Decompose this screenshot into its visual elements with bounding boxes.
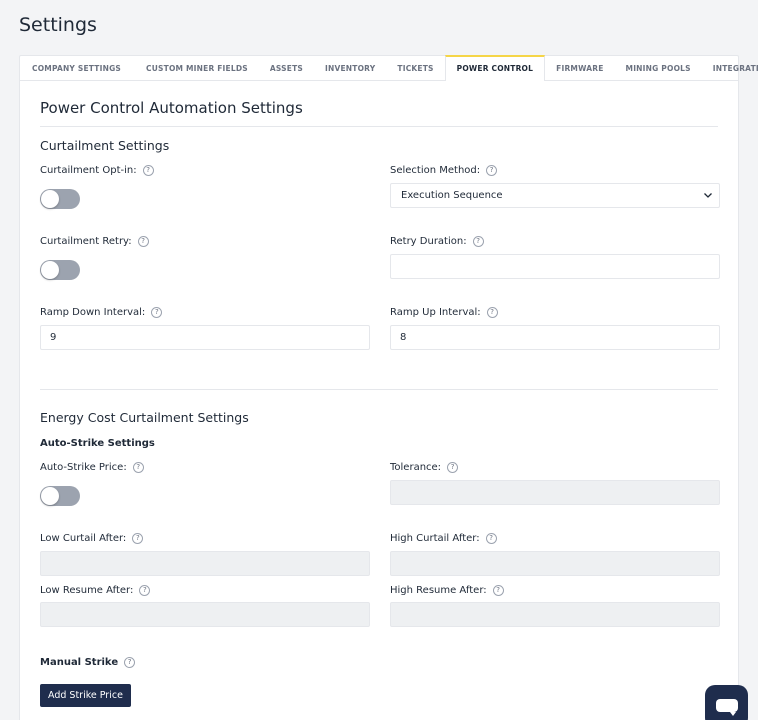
low-curtail-after-label: Low Curtail After: ?	[40, 533, 144, 544]
help-icon[interactable]: ?	[132, 462, 144, 473]
low-resume-after-label-text: Low Resume After:	[40, 585, 134, 596]
tab-company-settings[interactable]: COMPANY SETTINGS	[20, 56, 135, 81]
tolerance-label-text: Tolerance:	[390, 462, 442, 473]
curtailment-retry-toggle[interactable]	[40, 260, 80, 280]
tolerance-input	[390, 480, 720, 505]
divider	[40, 389, 718, 390]
ramp-up-interval-label: Ramp Up Interval: ?	[390, 307, 498, 318]
tab-integrations[interactable]: INTEGRATIONS	[702, 56, 758, 81]
toggle-knob	[41, 190, 59, 208]
auto-strike-price-label: Auto-Strike Price: ?	[40, 462, 144, 473]
curtailment-opt-in-label-text: Curtailment Opt-in:	[40, 165, 137, 176]
divider	[40, 126, 718, 127]
ramp-down-interval-label-text: Ramp Down Interval:	[40, 307, 146, 318]
curtailment-retry-label-text: Curtailment Retry:	[40, 236, 132, 247]
toggle-knob	[41, 261, 59, 279]
add-strike-price-button[interactable]: Add Strike Price	[40, 684, 131, 707]
retry-duration-label: Retry Duration: ?	[390, 236, 484, 247]
selection-method-value: Execution Sequence	[401, 190, 503, 201]
low-curtail-after-input	[40, 551, 370, 576]
selection-method-select[interactable]: Execution Sequence	[390, 183, 720, 208]
selection-method-label: Selection Method: ?	[390, 165, 498, 176]
help-icon[interactable]: ?	[132, 533, 144, 544]
help-icon[interactable]: ?	[472, 236, 484, 247]
retry-duration-input[interactable]	[390, 254, 720, 279]
section-heading-power-control: Power Control Automation Settings	[40, 99, 303, 117]
settings-card: COMPANY SETTINGS CUSTOM MINER FIELDS ASS…	[19, 55, 758, 720]
energy-cost-heading: Energy Cost Curtailment Settings	[40, 410, 249, 425]
low-resume-after-input	[40, 602, 370, 627]
curtailment-opt-in-toggle[interactable]	[40, 189, 80, 209]
retry-duration-label-text: Retry Duration:	[390, 236, 467, 247]
toggle-knob	[41, 487, 59, 505]
ramp-down-interval-input[interactable]: 9	[40, 325, 370, 350]
tab-tickets[interactable]: TICKETS	[386, 56, 444, 81]
selection-method-label-text: Selection Method:	[390, 165, 481, 176]
chevron-down-icon	[704, 193, 712, 198]
ramp-up-interval-input[interactable]: 8	[390, 325, 720, 350]
manual-strike-heading: Manual Strike ?	[40, 657, 136, 668]
tolerance-label: Tolerance: ?	[390, 462, 459, 473]
auto-strike-price-toggle[interactable]	[40, 486, 80, 506]
help-icon[interactable]: ?	[486, 307, 498, 318]
low-curtail-after-label-text: Low Curtail After:	[40, 533, 127, 544]
auto-strike-heading: Auto-Strike Settings	[40, 438, 155, 449]
high-curtail-after-input	[390, 551, 720, 576]
high-curtail-after-label: High Curtail After: ?	[390, 533, 497, 544]
curtailment-heading: Curtailment Settings	[40, 138, 170, 153]
low-resume-after-label: Low Resume After: ?	[40, 585, 151, 596]
high-resume-after-input	[390, 602, 720, 627]
help-icon[interactable]: ?	[486, 165, 498, 176]
curtailment-retry-label: Curtailment Retry: ?	[40, 236, 149, 247]
tab-power-control[interactable]: POWER CONTROL	[444, 55, 546, 81]
tab-firmware[interactable]: FIRMWARE	[545, 56, 614, 81]
page-title: Settings	[19, 14, 97, 36]
help-icon[interactable]: ?	[124, 657, 136, 668]
tab-inventory[interactable]: INVENTORY	[314, 56, 386, 81]
ramp-up-interval-label-text: Ramp Up Interval:	[390, 307, 481, 318]
high-resume-after-label: High Resume After: ?	[390, 585, 504, 596]
help-icon[interactable]: ?	[447, 462, 459, 473]
help-icon[interactable]: ?	[492, 585, 504, 596]
curtailment-opt-in-label: Curtailment Opt-in: ?	[40, 165, 154, 176]
tab-mining-pools[interactable]: MINING POOLS	[615, 56, 702, 81]
tab-custom-miner-fields[interactable]: CUSTOM MINER FIELDS	[135, 56, 259, 81]
help-icon[interactable]: ?	[151, 307, 163, 318]
high-curtail-after-label-text: High Curtail After:	[390, 533, 480, 544]
help-icon[interactable]: ?	[137, 236, 149, 247]
settings-tabs: COMPANY SETTINGS CUSTOM MINER FIELDS ASS…	[20, 55, 758, 81]
high-resume-after-label-text: High Resume After:	[390, 585, 487, 596]
help-icon[interactable]: ?	[485, 533, 497, 544]
help-icon[interactable]: ?	[139, 585, 151, 596]
tab-assets[interactable]: ASSETS	[259, 56, 314, 81]
auto-strike-price-label-text: Auto-Strike Price:	[40, 462, 127, 473]
chat-launcher-button[interactable]	[705, 685, 748, 720]
ramp-down-interval-label: Ramp Down Interval: ?	[40, 307, 163, 318]
manual-strike-heading-text: Manual Strike	[40, 657, 119, 668]
chat-icon	[716, 699, 738, 716]
help-icon[interactable]: ?	[142, 165, 154, 176]
